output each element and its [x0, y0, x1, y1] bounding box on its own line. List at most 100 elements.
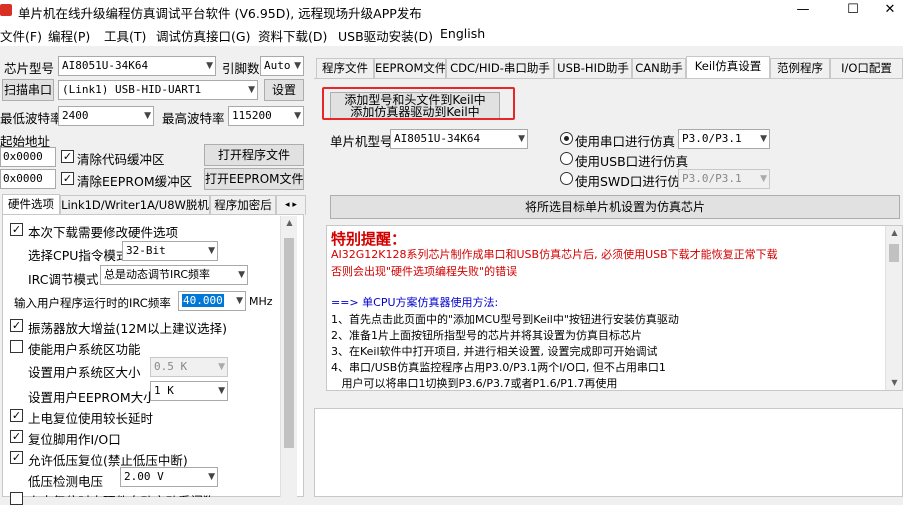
- chevron-down-icon: ▼: [218, 362, 225, 372]
- serial-port-select[interactable]: P3.0/P3.1 ▼: [678, 129, 770, 149]
- pin-count-value: Auto: [264, 59, 291, 72]
- tab-io-config[interactable]: I/O口配置: [830, 58, 903, 78]
- max-baud-select[interactable]: 115200 ▼: [228, 106, 304, 126]
- settings-button[interactable]: 设置: [264, 79, 304, 101]
- clear-eeprom-buffer-checkbox[interactable]: ✓: [61, 172, 74, 185]
- open-eeprom-file-button[interactable]: 打开EEPROM文件: [204, 168, 304, 190]
- clear-code-buffer-checkbox[interactable]: ✓: [61, 150, 74, 163]
- cpu-mode-label: 选择CPU指令模式: [28, 248, 129, 263]
- min-baud-value: 2400: [62, 109, 89, 122]
- watchdog-label: 上电复位时由硬件自动启动看门狗: [28, 491, 216, 497]
- menu-debug-interface[interactable]: 调试仿真接口(G): [156, 26, 250, 45]
- cpu-mode-select[interactable]: 32-Bit ▼: [122, 241, 218, 261]
- port-value: (Link1) USB-HID-UART1: [62, 83, 202, 96]
- serial-simulation-radio[interactable]: [560, 132, 573, 145]
- low-voltage-threshold-value: 2.00 V: [124, 470, 164, 483]
- usb-simulation-label: 使用USB口进行仿真: [575, 154, 689, 169]
- user-sys-size-label: 设置用户系统区大小: [28, 365, 141, 380]
- scroll-up-icon[interactable]: ▲: [282, 218, 297, 227]
- power-on-reset-delay-checkbox[interactable]: ✓: [10, 409, 23, 422]
- clear-code-buffer-label: 清除代码缓冲区: [77, 152, 165, 167]
- osc-gain-checkbox[interactable]: ✓: [10, 319, 23, 332]
- port-select[interactable]: (Link1) USB-HID-UART1 ▼: [58, 80, 258, 100]
- chevron-down-icon: ▼: [518, 134, 525, 144]
- notice-scrollbar[interactable]: ▲ ▼: [885, 226, 902, 390]
- modify-hw-options-checkbox[interactable]: ✓: [10, 223, 23, 236]
- menu-usb-driver[interactable]: USB驱动安装(D): [338, 26, 433, 45]
- low-voltage-threshold-select[interactable]: 2.00 V ▼: [120, 467, 218, 487]
- tab-keil-simulation[interactable]: Keil仿真设置: [686, 56, 770, 78]
- usb-simulation-radio[interactable]: [560, 152, 573, 165]
- tab-usb-hid-assistant[interactable]: USB-HID助手: [554, 58, 632, 78]
- step-1: 1、首先点击此页面中的"添加MCU型号到Keil中"按钮进行安装仿真驱动: [331, 313, 679, 326]
- set-target-simulation-chip-button[interactable]: 将所选目标单片机设置为仿真芯片: [330, 195, 900, 219]
- code-start-address-input[interactable]: 0x0000: [0, 147, 56, 167]
- min-baud-label: 最低波特率: [0, 111, 63, 126]
- maximize-button[interactable]: ☐: [833, 0, 873, 22]
- eeprom-start-address-input[interactable]: 0x0000: [0, 169, 56, 189]
- reset-pin-io-checkbox[interactable]: ✓: [10, 430, 23, 443]
- tab-serial-assistant[interactable]: CDC/HID-串口助手: [446, 58, 554, 78]
- cpu-mode-value: 32-Bit: [126, 244, 166, 257]
- user-sys-size-select[interactable]: 0.5 K ▼: [150, 357, 228, 377]
- user-sys-size-value: 0.5 K: [154, 360, 188, 373]
- low-voltage-reset-checkbox[interactable]: ✓: [10, 451, 23, 464]
- chevron-down-icon: ▼: [206, 61, 213, 71]
- tab-scroll-arrows[interactable]: ◂ ▸: [276, 195, 306, 215]
- user-sys-area-checkbox[interactable]: [10, 340, 23, 353]
- serial-simulation-label: 使用串口进行仿真: [575, 134, 676, 149]
- scroll-up-icon[interactable]: ▲: [887, 228, 902, 237]
- close-button[interactable]: ✕: [870, 0, 903, 22]
- notice-red-line-2: 否则会出现"硬件选项编程失败"的错误: [331, 265, 518, 278]
- hardware-options-scrollbar[interactable]: ▲: [280, 216, 297, 497]
- scan-port-button[interactable]: 扫描串口: [2, 79, 54, 101]
- open-program-file-button[interactable]: 打开程序文件: [204, 144, 304, 166]
- minimize-button[interactable]: —: [783, 0, 823, 22]
- menu-english[interactable]: English: [440, 26, 485, 41]
- title-bar: 单片机在线升级编程仿真调试平台软件 (V6.95D), 远程现场升级APP发布 …: [0, 0, 903, 22]
- chevron-down-icon: ▼: [760, 174, 767, 184]
- osc-gain-label: 振荡器放大增益(12M以上建议选择): [28, 321, 227, 336]
- mcu-model-select[interactable]: AI8051U-34K64 ▼: [390, 129, 528, 149]
- window-title: 单片机在线升级编程仿真调试平台软件 (V6.95D), 远程现场升级APP发布: [18, 6, 422, 21]
- chip-model-value: AI8051U-34K64: [62, 59, 149, 72]
- step-3: 3、在Keil软件中打开项目, 并进行相关设置, 设置完成即可开始调试: [331, 345, 658, 358]
- tab-can-assistant[interactable]: CAN助手: [632, 58, 686, 78]
- mcu-model-label: 单片机型号: [330, 134, 393, 149]
- tab-program-encryption[interactable]: 程序加密后: [210, 195, 276, 215]
- menu-downloads[interactable]: 资料下载(D): [258, 26, 327, 45]
- swd-simulation-radio[interactable]: [560, 172, 573, 185]
- method-title: ==> 单CPU方案仿真器使用方法:: [331, 296, 499, 309]
- chip-model-select[interactable]: AI8051U-34K64 ▼: [58, 56, 216, 76]
- menu-tools[interactable]: 工具(T): [104, 26, 146, 45]
- serial-port-value: P3.0/P3.1: [682, 132, 742, 145]
- irc-frequency-select[interactable]: 40.000 ▼: [178, 291, 246, 311]
- tab-program-file[interactable]: 程序文件: [316, 58, 374, 78]
- watchdog-checkbox[interactable]: [10, 492, 23, 505]
- scroll-thumb[interactable]: [284, 238, 294, 448]
- irc-mode-select[interactable]: 总是动态调节IRC频率 ▼: [100, 265, 248, 285]
- chevron-down-icon: ▼: [208, 472, 215, 482]
- scroll-down-icon[interactable]: ▼: [887, 378, 902, 387]
- notice-area: 特别提醒： AI32G12K128系列芯片制作成串口和USB仿真芯片后, 必须使…: [326, 225, 903, 391]
- user-eeprom-size-value: 1 K: [154, 384, 174, 397]
- pin-count-select[interactable]: Auto ▼: [260, 56, 304, 76]
- min-baud-select[interactable]: 2400 ▼: [58, 106, 154, 126]
- max-baud-value: 115200: [232, 109, 272, 122]
- tab-examples[interactable]: 范例程序: [770, 58, 830, 78]
- chip-model-label: 芯片型号: [4, 61, 55, 76]
- user-eeprom-size-select[interactable]: 1 K ▼: [150, 381, 228, 401]
- tab-link1d-offline[interactable]: Link1D/Writer1A/U8W脱机: [60, 195, 210, 215]
- menu-program[interactable]: 编程(P): [48, 26, 90, 45]
- tab-hardware-options[interactable]: 硬件选项: [2, 194, 60, 215]
- irc-frequency-value: 40.000: [182, 294, 224, 307]
- menu-file[interactable]: 文件(F): [0, 26, 42, 45]
- highlight-box: [322, 87, 515, 120]
- scroll-thumb[interactable]: [889, 244, 899, 262]
- swd-port-select[interactable]: P3.0/P3.1 ▼: [678, 169, 770, 189]
- chevron-down-icon: ▼: [238, 270, 245, 280]
- tab-eeprom-file[interactable]: EEPROM文件: [374, 58, 446, 78]
- user-eeprom-size-label: 设置用户EEPROM大小: [28, 390, 156, 405]
- swd-simulation-label: 使用SWD口进行仿真: [575, 174, 693, 189]
- chevron-down-icon: ▼: [144, 111, 151, 121]
